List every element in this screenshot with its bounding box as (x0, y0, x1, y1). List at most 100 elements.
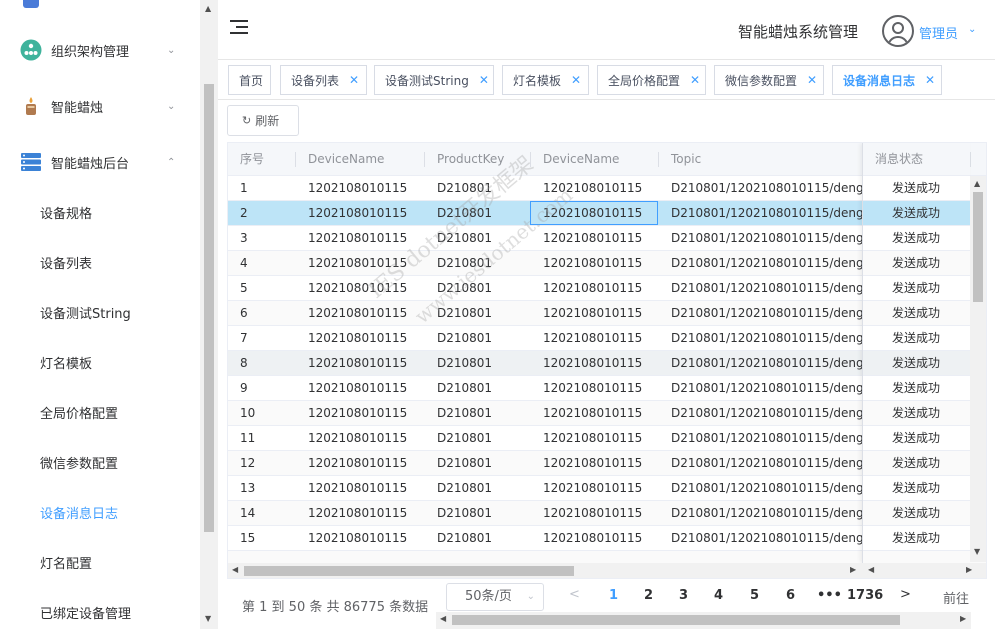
cell-message-status[interactable]: 发送成功 (892, 426, 940, 450)
cell-device-name-2[interactable]: 1202108010115 (543, 376, 642, 400)
scrollbar-thumb[interactable] (973, 192, 983, 302)
cell-topic[interactable]: D210801/1202108010115/deng (671, 326, 864, 350)
sidebar-item-device-test-string[interactable]: 设备测试String (40, 303, 131, 327)
cell-product-key[interactable]: D210801 (437, 201, 492, 225)
cell-topic[interactable]: D210801/1202108010115/deng (671, 301, 864, 325)
menu-toggle-icon[interactable] (230, 20, 248, 36)
column-header-device-name-2[interactable]: DeviceName (543, 143, 619, 176)
cell-index[interactable]: 4 (240, 251, 248, 275)
cell-message-status[interactable]: 发送成功 (892, 301, 940, 325)
cell-device-name[interactable]: 1202108010115 (308, 501, 407, 525)
close-icon[interactable]: ✕ (571, 73, 581, 87)
cell-index[interactable]: 7 (240, 326, 248, 350)
cell-device-name[interactable]: 1202108010115 (308, 176, 407, 200)
column-header-index[interactable]: 序号 (240, 143, 264, 176)
page-ellipsis[interactable]: ••• (817, 588, 842, 603)
cell-topic[interactable]: D210801/1202108010115/deng (671, 351, 864, 375)
cell-index[interactable]: 6 (240, 301, 248, 325)
cell-product-key[interactable]: D210801 (437, 276, 492, 300)
cell-device-name[interactable]: 1202108010115 (308, 401, 407, 425)
fixed-column-horizontal-scrollbar[interactable]: ◀ ▶ (862, 563, 986, 578)
cell-index[interactable]: 2 (240, 201, 248, 225)
cell-index[interactable]: 1 (240, 176, 248, 200)
cell-device-name[interactable]: 1202108010115 (308, 376, 407, 400)
tag-device-message-log[interactable]: 设备消息日志 ✕ (832, 65, 942, 95)
cell-product-key[interactable]: D210801 (437, 251, 492, 275)
cell-device-name[interactable]: 1202108010115 (308, 226, 407, 250)
scroll-down-icon[interactable]: ▼ (205, 614, 211, 623)
cell-topic[interactable]: D210801/1202108010115/deng (671, 226, 864, 250)
sidebar-group-org[interactable]: 组织架构管理 ⌄ (0, 30, 200, 70)
scroll-up-icon[interactable]: ▲ (205, 4, 211, 13)
page-number[interactable]: 1 (609, 588, 618, 603)
cell-topic[interactable]: D210801/1202108010115/deng (671, 176, 864, 200)
tag-device-list[interactable]: 设备列表 ✕ (280, 65, 367, 95)
table-row[interactable]: 4 1202108010115 D210801 1202108010115 D21080… (228, 251, 986, 276)
cell-device-name-2[interactable]: 1202108010115 (543, 326, 642, 350)
table-row[interactable]: 12 1202108010115 D210801 1202108010115 D2108… (228, 451, 986, 476)
table-row[interactable]: 13 1202108010115 D210801 1202108010115 D2108… (228, 476, 986, 501)
cell-topic[interactable]: D210801/1202108010115/deng (671, 201, 864, 225)
cell-message-status[interactable]: 发送成功 (892, 176, 940, 200)
tag-wechat-params[interactable]: 微信参数配置 ✕ (714, 65, 824, 95)
cell-device-name[interactable]: 1202108010115 (308, 526, 407, 550)
cell-index[interactable]: 12 (240, 451, 255, 475)
cell-message-status[interactable]: 发送成功 (892, 376, 940, 400)
cell-device-name[interactable]: 1202108010115 (308, 451, 407, 475)
cell-topic[interactable]: D210801/1202108010115/deng (671, 476, 864, 500)
sidebar-item-device-list[interactable]: 设备列表 (40, 253, 92, 277)
table-row[interactable]: 9 1202108010115 D210801 1202108010115 D21080… (228, 376, 986, 401)
close-icon[interactable]: ✕ (690, 73, 700, 87)
close-icon[interactable]: ✕ (925, 73, 935, 87)
prev-page-button[interactable]: < (569, 587, 580, 602)
cell-device-name-2[interactable]: 1202108010115 (543, 451, 642, 475)
cell-product-key[interactable]: D210801 (437, 526, 492, 550)
table-row[interactable]: 15 1202108010115 D210801 1202108010115 D2108… (228, 526, 986, 551)
cell-message-status[interactable]: 发送成功 (892, 401, 940, 425)
table-row[interactable]: 3 1202108010115 D210801 1202108010115 D21080… (228, 226, 986, 251)
avatar[interactable] (882, 15, 914, 47)
cell-product-key[interactable]: D210801 (437, 301, 492, 325)
cell-message-status[interactable]: 发送成功 (892, 326, 940, 350)
cell-device-name-2[interactable]: 1202108010115 (543, 251, 642, 275)
close-icon[interactable]: ✕ (479, 73, 489, 87)
scroll-right-icon[interactable]: ▶ (966, 565, 972, 574)
scroll-right-icon[interactable]: ▶ (850, 565, 856, 574)
table-row[interactable]: 14 1202108010115 D210801 1202108010115 D2108… (228, 501, 986, 526)
page-size-select[interactable]: 50条/页 ⌄ (446, 583, 544, 611)
cell-product-key[interactable]: D210801 (437, 451, 492, 475)
cell-device-name-2[interactable]: 1202108010115 (543, 501, 642, 525)
cell-product-key[interactable]: D210801 (437, 351, 492, 375)
pagination-horizontal-scrollbar[interactable]: ◀ ▶ (436, 612, 971, 629)
cell-message-status[interactable]: 发送成功 (892, 451, 940, 475)
cell-message-status[interactable]: 发送成功 (892, 351, 940, 375)
cell-topic[interactable]: D210801/1202108010115/deng (671, 526, 864, 550)
cell-index[interactable]: 8 (240, 351, 248, 375)
cell-product-key[interactable]: D210801 (437, 176, 492, 200)
cell-topic[interactable]: D210801/1202108010115/deng (671, 276, 864, 300)
table-row[interactable]: 5 1202108010115 D210801 1202108010115 D21080… (228, 276, 986, 301)
cell-device-name-2[interactable]: 1202108010115 (543, 401, 642, 425)
scroll-right-icon[interactable]: ▶ (960, 614, 966, 623)
close-icon[interactable]: ✕ (807, 73, 817, 87)
cell-product-key[interactable]: D210801 (437, 376, 492, 400)
page-number[interactable]: 4 (714, 588, 723, 603)
cell-device-name-2[interactable]: 1202108010115 (543, 351, 642, 375)
cell-topic[interactable]: D210801/1202108010115/deng (671, 501, 864, 525)
column-header-topic[interactable]: Topic (671, 143, 701, 176)
table-row[interactable]: 10 1202108010115 D210801 1202108010115 D2108… (228, 401, 986, 426)
scroll-left-icon[interactable]: ◀ (440, 614, 446, 623)
table-horizontal-scrollbar[interactable]: ◀ ▶ (228, 563, 862, 578)
page-number[interactable]: 5 (750, 588, 759, 603)
scroll-left-icon[interactable]: ◀ (232, 565, 238, 574)
cell-device-name-2[interactable]: 1202108010115 (543, 176, 642, 200)
cell-device-name-2[interactable]: 1202108010115 (543, 426, 642, 450)
user-name[interactable]: 管理员 (919, 23, 958, 42)
cell-topic[interactable]: D210801/1202108010115/deng (671, 251, 864, 275)
scroll-up-icon[interactable]: ▲ (974, 179, 980, 188)
column-header-message-status[interactable]: 消息状态 (875, 143, 923, 176)
sidebar-group-candle[interactable]: 智能蜡烛 ⌄ (0, 86, 200, 126)
cell-index[interactable]: 15 (240, 526, 255, 550)
cell-index[interactable]: 14 (240, 501, 255, 525)
table-row[interactable]: 11 1202108010115 D210801 1202108010115 D2108… (228, 426, 986, 451)
